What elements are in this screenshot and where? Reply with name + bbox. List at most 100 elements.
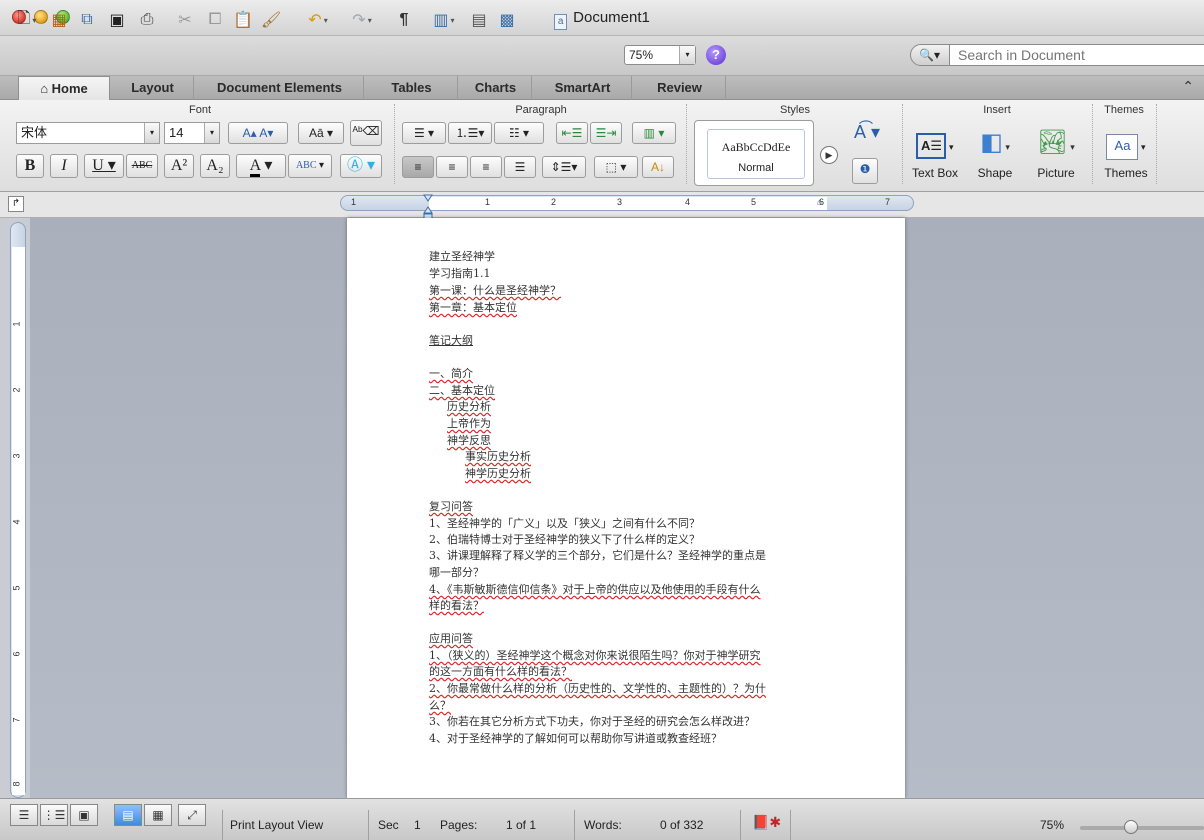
increase-indent-button[interactable]: ☰⇥ [590,122,622,144]
styles-gallery[interactable]: AaBbCcDdEe Normal [694,120,814,186]
show-paragraph-marks-icon[interactable]: ¶ [392,8,416,32]
clear-formatting-button[interactable]: ᴬᵇ⌫ [350,120,382,146]
tab-document-elements[interactable]: Document Elements [196,76,364,100]
grow-shrink-font-buttons[interactable]: A▴ A▾ [228,122,288,144]
doc-line[interactable]: 事实历史分析 [465,450,531,464]
font-color-button[interactable]: A ▾ [236,154,286,178]
doc-line[interactable]: 2、伯瑞特博士对于圣经神学的狭义下了什么样的定义？ [429,533,700,547]
themes-label[interactable]: Themes [1098,166,1154,180]
doc-line[interactable]: 建立圣经神学 [429,250,495,264]
strikethrough-button[interactable]: ABC [126,154,158,178]
doc-line[interactable]: 笔记大纲 [429,334,473,348]
format-painter-icon[interactable]: 🖌 [258,8,284,32]
tab-home[interactable]: ⌂ Home [18,76,110,101]
vertical-ruler[interactable]: 1 2 3 4 5 6 7 8 [10,222,26,798]
save-icon[interactable]: ▣ [104,8,130,32]
font-name-select[interactable]: 宋体 ▾ [16,122,160,144]
doc-line[interactable]: 2、你最常做什么样的分析（历史性的、文学性的、主题性的）？为什 [429,682,766,696]
tab-selector-icon[interactable]: ↱ [8,196,24,212]
text-box-label[interactable]: Text Box [906,166,964,180]
doc-line[interactable]: 的这一方面有什么样的看法？ [429,665,572,679]
multilevel-list-button[interactable]: ☷ ▾ [494,122,544,144]
align-left-button[interactable]: ≡ [402,156,434,178]
numbering-button[interactable]: ⒈☰▾ [448,122,492,144]
outline-view-icon[interactable]: ⋮☰ [40,804,68,826]
change-case-button[interactable]: Aā ▾ [298,122,344,144]
doc-line[interactable]: 应用问答 [429,632,473,646]
tab-charts[interactable]: Charts [460,76,532,100]
bold-button[interactable]: B [16,154,44,178]
doc-line[interactable]: 一、简介 [429,367,473,381]
indent-marker-icon[interactable] [423,193,433,221]
gallery-next-icon[interactable]: ▶ [820,146,838,164]
picture-label[interactable]: Picture [1028,166,1084,180]
picture-icon[interactable]: 🏞 ▾ [1028,126,1084,160]
shape-label[interactable]: Shape [968,166,1022,180]
doc-line[interactable]: 复习问答 [429,500,473,514]
highlight-button[interactable]: ABC ▾ [288,154,332,178]
underline-button[interactable]: U ▾ [84,154,124,178]
align-right-button[interactable]: ≡ [470,156,502,178]
open-icon[interactable]: ⧉ [74,8,100,32]
doc-line[interactable]: 样的看法？ [429,599,484,613]
doc-line[interactable]: 么？ [429,699,451,713]
tab-layout[interactable]: Layout [112,76,194,100]
tab-review[interactable]: Review [634,76,726,100]
redo-icon[interactable]: ↷ ▾ [342,8,382,32]
spelling-error-icon[interactable]: 📕✱ [752,814,781,831]
print-icon[interactable]: ⎙ [134,8,160,32]
sidebar-icon[interactable]: ▥ ▾ [426,8,462,32]
doc-line[interactable]: 4、《韦斯敏斯德信仰信条》对于上帝的供应以及他使用的手段有什么 [429,583,761,597]
templates-icon[interactable]: ▦ [46,8,72,32]
doc-line[interactable]: 第一课：什么是圣经神学？ [429,284,561,298]
shrink-font-icon[interactable]: A▾ [259,126,273,140]
zoom-select[interactable]: 75% ▾ [624,45,696,65]
text-effects-button[interactable]: Ⓐ ▾ [340,154,382,178]
print-layout-view-icon[interactable]: ▤ [114,804,142,826]
undo-icon[interactable]: ↶ ▾ [298,8,338,32]
draft-view-icon[interactable]: ☰ [10,804,38,826]
decrease-indent-button[interactable]: ⇤☰ [556,122,588,144]
doc-line[interactable]: 历史分析 [447,400,491,414]
media-browser-icon[interactable]: ▩ [494,8,520,32]
toolbox-icon[interactable]: ▤ [466,8,492,32]
search-icon[interactable]: 🔍▾ [910,44,950,66]
subscript-button[interactable]: A₂ [200,154,230,178]
doc-line[interactable]: 二、基本定位 [429,384,495,398]
line-spacing-button[interactable]: ⇕☰▾ [542,156,586,178]
doc-line[interactable]: 第一章：基本定位 [429,301,517,315]
sort-button[interactable]: A↓ [642,156,674,178]
font-size-select[interactable]: 14 ▾ [164,122,220,144]
search-input[interactable] [950,44,1204,66]
grow-font-icon[interactable]: A▴ [243,126,257,140]
paste-icon[interactable]: 📋 [230,8,256,32]
doc-line[interactable]: 3、讲课理解释了释义学的三个部分，它们是什么？圣经神学的重点是 [429,549,766,563]
manage-styles-icon[interactable]: A͡ ▾ [850,122,884,152]
style-normal[interactable]: AaBbCcDdEe Normal [707,129,805,179]
collapse-ribbon-icon[interactable]: ⌃ [1182,78,1194,95]
justify-button[interactable]: ☰ [504,156,536,178]
borders-button[interactable]: ⬚ ▾ [594,156,638,178]
doc-line[interactable]: 4、对于圣经神学的了解如何可以帮助你写讲道或教查经班？ [429,732,722,746]
themes-icon[interactable]: Aa ▾ [1098,126,1154,160]
new-document-icon[interactable]: 🗋 ▾ [12,8,42,32]
full-screen-view-icon[interactable]: ⤢ [178,804,206,826]
text-box-icon[interactable]: A☰ ▾ [906,126,964,160]
doc-line[interactable]: 上帝作为 [447,417,491,431]
doc-line[interactable]: 3、你若在其它分析方式下功夫，你对于圣经的研究会怎么样改进？ [429,715,755,729]
columns-button[interactable]: ▥ ▾ [632,122,676,144]
doc-line[interactable]: 1、（狭义的）圣经神学这个概念对你来说很陌生吗？你对于神学研究 [429,649,761,663]
superscript-button[interactable]: A² [164,154,194,178]
zoom-slider-handle[interactable] [1124,820,1138,834]
cut-icon[interactable]: ✂ [172,8,198,32]
italic-button[interactable]: I [50,154,78,178]
doc-line[interactable]: 神学反思 [447,434,491,448]
doc-line[interactable]: 1、圣经神学的「广义」以及「狭义」之间有什么不同？ [429,517,700,531]
copy-icon[interactable]: ⧠ [202,8,228,32]
tab-tables[interactable]: Tables [366,76,458,100]
doc-line[interactable]: 学习指南1.1 [429,267,491,281]
notebook-view-icon[interactable]: ▣ [70,804,98,826]
tab-smartart[interactable]: SmartArt [534,76,632,100]
document-page[interactable]: 建立圣经神学 学习指南1.1 第一课：什么是圣经神学？ 第一章：基本定位 笔记大… [347,218,905,798]
doc-line[interactable]: 哪一部分？ [429,566,484,580]
